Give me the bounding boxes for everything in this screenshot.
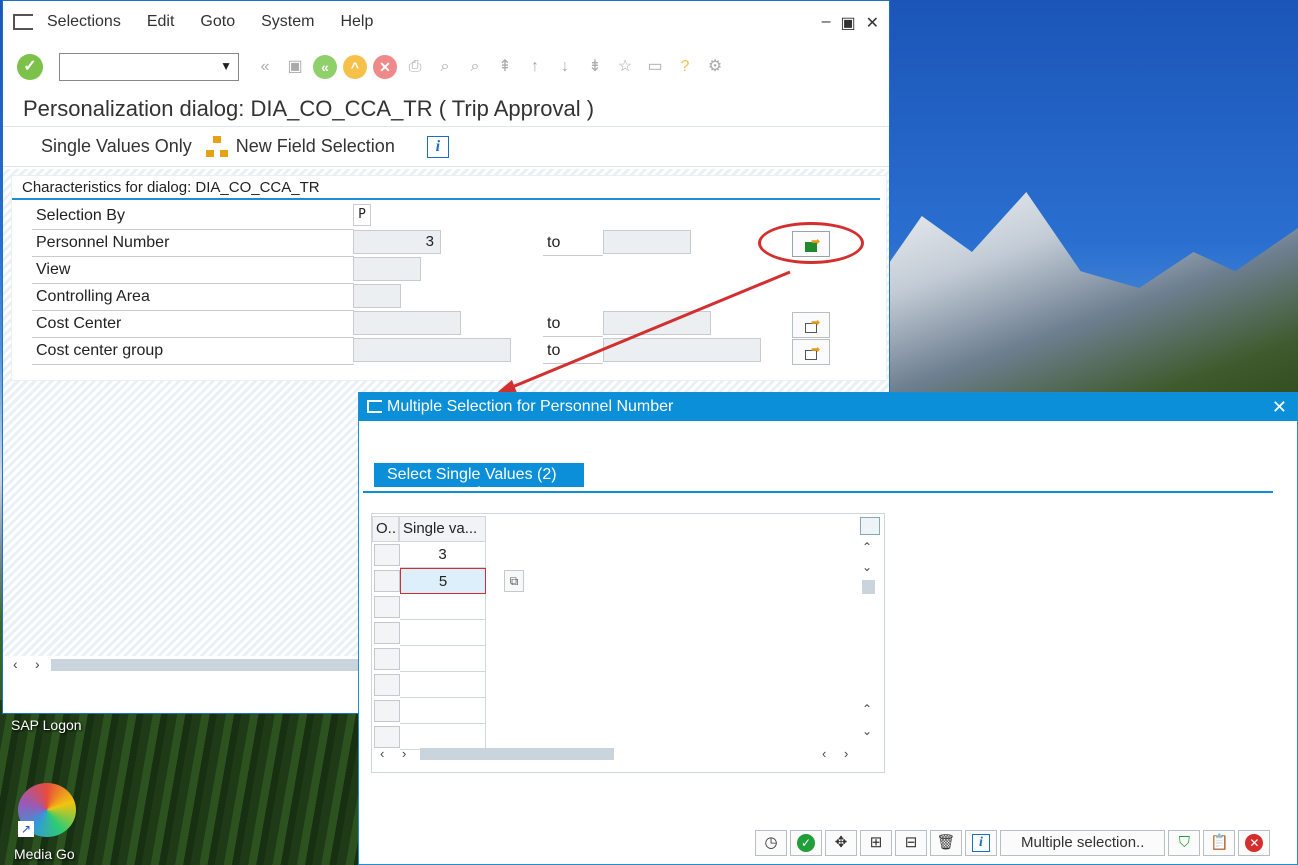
multiple-selection-button[interactable]: Multiple selection.. (1000, 830, 1166, 856)
column-header-option[interactable]: O.. (372, 516, 399, 542)
table-horizontal-scrollbar[interactable]: ‹ › ‹ › (372, 746, 884, 762)
delete-all-button[interactable]: 🗑 (930, 830, 962, 856)
scrollbar-thumb[interactable] (862, 580, 875, 594)
insert-line-button[interactable]: ⊞ (860, 830, 892, 856)
cancel-button[interactable]: ✕ (1238, 830, 1271, 856)
row-selector[interactable] (374, 570, 400, 592)
tab-notch (474, 486, 484, 491)
row-selector[interactable] (374, 596, 400, 618)
table-cell-value[interactable] (400, 620, 486, 646)
clipboard-icon: 📋 (1210, 834, 1229, 851)
dialog-title: Multiple Selection for Personnel Number (387, 398, 674, 415)
column-header-single-value[interactable]: Single va... (399, 516, 486, 542)
scroll-down-icon[interactable]: ⌄ (862, 724, 872, 738)
table-cell-value-active[interactable]: 5 (400, 568, 486, 594)
copy-button[interactable]: ✓ (790, 830, 822, 856)
dialog-close-icon[interactable]: ✕ (1272, 393, 1287, 421)
row-selector[interactable] (374, 544, 400, 566)
scroll-right-icon[interactable]: › (844, 746, 848, 761)
check-clock-icon: ◷ (764, 834, 778, 851)
scroll-right-icon[interactable]: › (402, 746, 406, 761)
scrollbar-thumb[interactable] (420, 748, 614, 760)
check-entries-button[interactable]: ◷ (755, 830, 787, 856)
table-cell-value[interactable] (400, 646, 486, 672)
cancel-x-icon: ✕ (1245, 834, 1264, 853)
row-selector[interactable] (374, 648, 400, 670)
row-selector[interactable] (374, 622, 400, 644)
table-cell-value[interactable] (400, 698, 486, 724)
table-cell-value[interactable] (400, 594, 486, 620)
scroll-up-icon[interactable]: ⌃ (862, 702, 872, 716)
value-help-icon[interactable]: ⧉ (504, 570, 524, 592)
scroll-down-icon[interactable]: ⌄ (862, 560, 872, 574)
tab-underline (363, 491, 1273, 493)
options-icon: ✥ (834, 834, 848, 851)
row-selector[interactable] (374, 700, 400, 722)
paste-clipboard-button[interactable]: 📋 (1203, 830, 1236, 856)
info-button[interactable]: i (965, 830, 997, 856)
table-settings-icon[interactable] (860, 517, 880, 535)
single-values-table: O.. Single va... 3 5 ⧉ ⌃ ⌄ ⌃ ⌄ ‹ › ‹ › (371, 513, 885, 773)
dialog-menu-icon[interactable] (367, 400, 382, 413)
green-check-icon: ✓ (797, 834, 815, 853)
filter-button[interactable]: ⛉ (1168, 830, 1201, 856)
tab-select-single-values[interactable]: Select Single Values (2) (374, 463, 584, 487)
delete-line-button[interactable]: ⊟ (895, 830, 927, 856)
vertical-scrollbar[interactable]: ⌃ ⌄ ⌃ ⌄ (860, 540, 878, 740)
filter-icon: ⛉ (1178, 834, 1191, 851)
table-cell-value[interactable] (400, 672, 486, 698)
row-selector[interactable] (374, 726, 400, 748)
scroll-up-icon[interactable]: ⌃ (862, 540, 872, 554)
dialog-titlebar: Multiple Selection for Personnel Number … (359, 393, 1297, 421)
row-selector[interactable] (374, 674, 400, 696)
trash-icon: 🗑 (936, 834, 956, 851)
dialog-button-bar: ◷ ✓ ✥ ⊞ ⊟ 🗑 i Multiple selection.. ⛉ 📋 ✕ (755, 830, 1271, 856)
scroll-left-icon[interactable]: ‹ (380, 746, 384, 761)
table-cell-value[interactable]: 3 (400, 542, 486, 568)
multiple-selection-dialog: Multiple Selection for Personnel Number … (358, 392, 1298, 865)
info-icon: i (972, 834, 990, 853)
insert-row-icon: ⊞ (869, 834, 883, 851)
options-button[interactable]: ✥ (825, 830, 857, 856)
delete-row-icon: ⊟ (904, 834, 918, 851)
scroll-left-icon[interactable]: ‹ (822, 746, 826, 761)
